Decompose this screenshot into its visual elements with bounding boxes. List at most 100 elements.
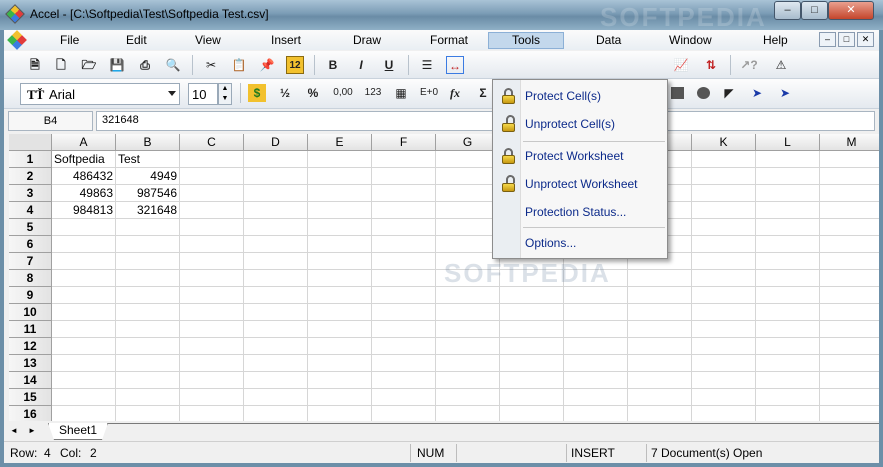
grid-cell[interactable] [756, 372, 820, 389]
row-header[interactable]: 2 [9, 168, 52, 185]
grid-cell[interactable] [308, 219, 372, 236]
row-header[interactable]: 5 [9, 219, 52, 236]
grid-cell[interactable] [436, 372, 500, 389]
grid-cell[interactable]: Softpedia [52, 151, 116, 168]
grid-cell[interactable] [372, 151, 436, 168]
grid-cell[interactable] [564, 372, 628, 389]
grid-cell[interactable] [308, 321, 372, 338]
grid-cell[interactable] [372, 270, 436, 287]
number-format-button[interactable]: 123 [360, 84, 386, 102]
grid-cell[interactable] [628, 304, 692, 321]
grid-cell[interactable] [244, 168, 308, 185]
grid-cell[interactable]: 4949 [116, 168, 180, 185]
formula-input[interactable]: 321648 [96, 111, 875, 131]
grid-cell[interactable] [820, 253, 879, 270]
font-size-stepper[interactable]: ▲ ▼ [218, 83, 232, 105]
grid-cell[interactable] [820, 389, 879, 406]
grid-cell[interactable]: 486432 [52, 168, 116, 185]
grid-cell[interactable] [372, 219, 436, 236]
fraction-format-button[interactable]: ½ [276, 84, 294, 102]
grid-cell[interactable] [500, 406, 564, 421]
grid-cell[interactable] [436, 355, 500, 372]
grid-cell[interactable] [436, 151, 500, 168]
grid-cell[interactable] [244, 236, 308, 253]
grid-cell[interactable] [820, 287, 879, 304]
grid-cell[interactable] [52, 355, 116, 372]
grid-cell[interactable] [820, 304, 879, 321]
grid-cell[interactable] [436, 202, 500, 219]
grid-cell[interactable] [52, 338, 116, 355]
merge-center-icon[interactable]: ↔ [446, 56, 464, 74]
grid-cell[interactable] [820, 151, 879, 168]
row-header[interactable]: 15 [9, 389, 52, 406]
grid-cell[interactable] [244, 304, 308, 321]
grid-cell[interactable] [180, 270, 244, 287]
grid-cell[interactable] [500, 321, 564, 338]
grid-cell[interactable] [436, 219, 500, 236]
grid-cell[interactable] [692, 185, 756, 202]
align-left-icon[interactable]: ☰ [418, 56, 436, 74]
grid-cell[interactable] [564, 338, 628, 355]
grid-cell[interactable]: 987546 [116, 185, 180, 202]
grid-cell[interactable] [372, 304, 436, 321]
grid-cell[interactable] [692, 236, 756, 253]
assistant-icon[interactable]: ⚠ [772, 56, 790, 74]
menu-item-options[interactable]: Options... [493, 231, 667, 255]
grid-cell[interactable] [308, 236, 372, 253]
grid-cell[interactable] [756, 253, 820, 270]
grid-cell[interactable] [308, 304, 372, 321]
menu-item-unprotect-cells[interactable]: Unprotect Cell(s) [493, 112, 667, 136]
grid-cell[interactable] [756, 185, 820, 202]
row-header[interactable]: 13 [9, 355, 52, 372]
grid-cell[interactable] [500, 304, 564, 321]
grid-cell[interactable] [116, 236, 180, 253]
grid-cell[interactable] [628, 355, 692, 372]
row-header[interactable]: 14 [9, 372, 52, 389]
grid-cell[interactable] [372, 389, 436, 406]
column-header[interactable]: K [692, 134, 756, 151]
menu-item-unprotect-worksheet[interactable]: Unprotect Worksheet [493, 172, 667, 196]
grid-cell[interactable] [372, 185, 436, 202]
menu-format[interactable]: Format [426, 32, 472, 49]
underline-button[interactable]: U [380, 56, 398, 74]
grid-cell[interactable] [52, 372, 116, 389]
font-size-input[interactable]: 10 [188, 83, 218, 105]
grid-cell[interactable] [116, 338, 180, 355]
row-header[interactable]: 10 [9, 304, 52, 321]
grid-cell[interactable] [756, 389, 820, 406]
grid-cell[interactable] [372, 236, 436, 253]
grid-cell[interactable] [372, 338, 436, 355]
row-header[interactable]: 16 [9, 406, 52, 421]
arrow-right-icon[interactable]: ➤ [776, 84, 794, 102]
grid-cell[interactable] [308, 185, 372, 202]
autosum-button[interactable]: Σ [474, 84, 492, 102]
grid-cell[interactable] [52, 321, 116, 338]
row-header[interactable]: 7 [9, 253, 52, 270]
grid-cell[interactable] [52, 236, 116, 253]
grid-cell[interactable] [436, 304, 500, 321]
grid-cell[interactable] [564, 406, 628, 421]
row-header[interactable]: 6 [9, 236, 52, 253]
grid-cell[interactable] [820, 236, 879, 253]
grid-cell[interactable] [244, 287, 308, 304]
calculator-icon[interactable]: ▦ [392, 84, 410, 102]
grid-cell[interactable] [116, 304, 180, 321]
grid-cell[interactable] [52, 287, 116, 304]
grid-cell[interactable] [180, 321, 244, 338]
copy-document-icon[interactable]: 🗋 [52, 56, 70, 74]
column-header[interactable]: B [116, 134, 180, 151]
grid-cell[interactable] [308, 151, 372, 168]
grid-cell[interactable]: Test [116, 151, 180, 168]
grid-cell[interactable] [372, 287, 436, 304]
grid-cell[interactable] [564, 389, 628, 406]
document-icon[interactable] [7, 30, 27, 50]
grid-cell[interactable] [692, 355, 756, 372]
grid-cell[interactable] [52, 253, 116, 270]
app-icon[interactable] [5, 4, 25, 24]
grid-cell[interactable] [180, 253, 244, 270]
document-restore-button[interactable]: □ [838, 32, 855, 47]
grid-cell[interactable] [244, 406, 308, 421]
row-header[interactable]: 1 [9, 151, 52, 168]
grid-cell[interactable] [180, 338, 244, 355]
menu-item-protect-cells[interactable]: Protect Cell(s) [493, 84, 667, 108]
